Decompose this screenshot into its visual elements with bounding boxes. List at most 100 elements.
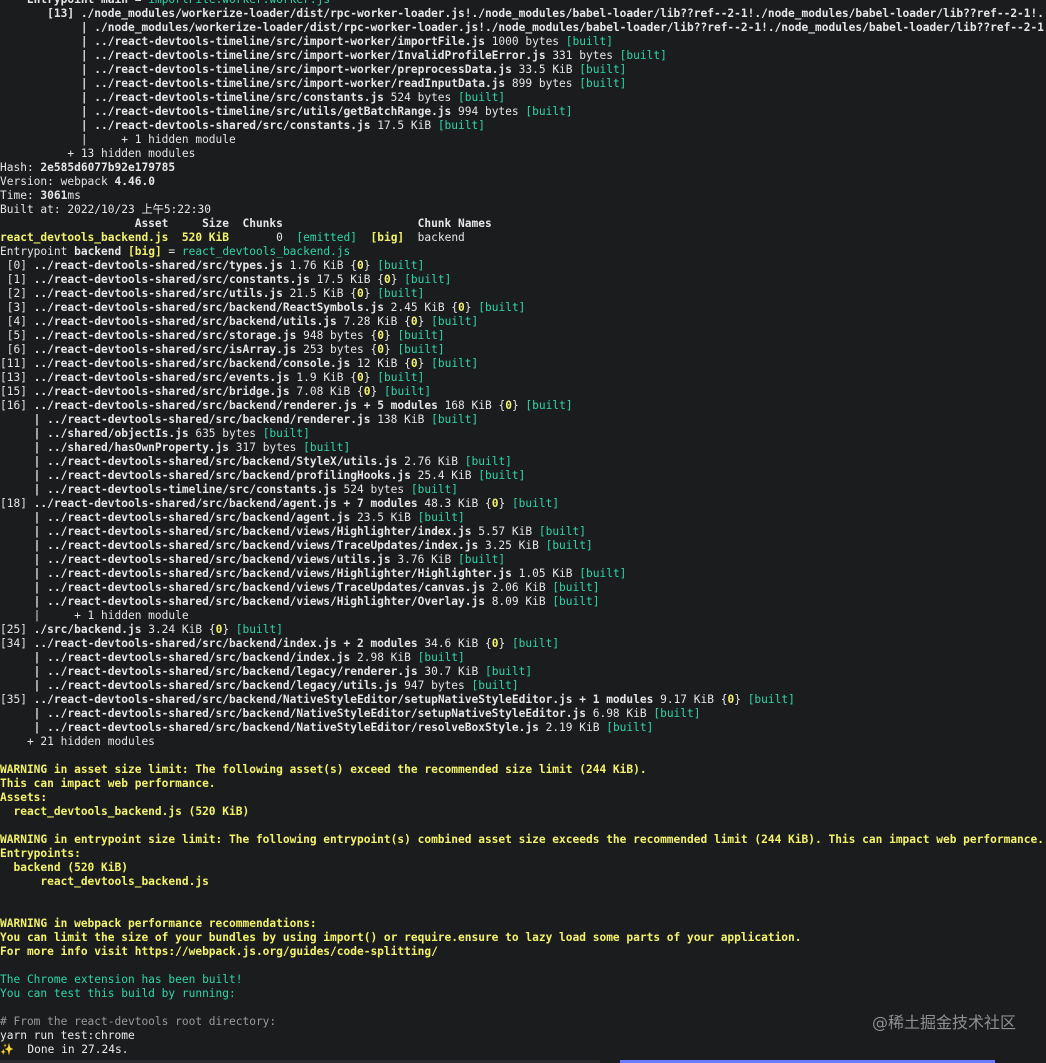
terminal-text: 0 xyxy=(357,287,364,300)
terminal-line: This can impact web performance. xyxy=(0,777,1046,791)
terminal-text: } xyxy=(222,623,236,636)
terminal-text: [built] xyxy=(525,399,573,412)
terminal-text: WARNING in webpack performance recommend… xyxy=(0,917,317,930)
terminal-line: | ../react-devtools-timeline/src/import-… xyxy=(0,77,1046,91)
terminal-text: 0 xyxy=(377,329,384,342)
terminal-line: | ../react-devtools-shared/src/backend/v… xyxy=(0,595,1046,609)
terminal-text: [built] xyxy=(383,385,432,398)
terminal-text: [1] xyxy=(0,273,34,286)
terminal-line: | ../react-devtools-shared/src/backend/r… xyxy=(0,413,1046,427)
terminal-line: react_devtools_backend.js (520 KiB) xyxy=(0,805,1046,819)
terminal-text: [6] xyxy=(0,343,34,356)
terminal-text: } xyxy=(511,399,526,412)
terminal-line: WARNING in asset size limit: The followi… xyxy=(0,763,1046,777)
terminal-text: [built] xyxy=(538,525,586,538)
terminal-text: [13] xyxy=(0,371,34,384)
terminal-text: 0 xyxy=(357,259,364,272)
terminal-text: [11] xyxy=(0,357,34,370)
terminal-text: 34.6 KiB { xyxy=(417,637,492,650)
terminal-text: [built] xyxy=(235,623,283,636)
terminal-text: | ../react-devtools-shared/src/backend/i… xyxy=(0,651,351,664)
terminal-text: [built] xyxy=(431,413,479,426)
terminal-line: [0] ../react-devtools-shared/src/types.j… xyxy=(0,259,1046,273)
terminal-text: | + 1 hidden module xyxy=(0,133,236,146)
terminal-text: main xyxy=(101,0,128,6)
terminal-line: [16] ../react-devtools-shared/src/backen… xyxy=(0,399,1046,413)
terminal-line: Assets: xyxy=(0,791,1046,805)
terminal-line: [35] ../react-devtools-shared/src/backen… xyxy=(0,693,1046,707)
terminal-line: react_devtools_backend.js xyxy=(0,875,1046,889)
terminal-text: ../react-devtools-shared/src/backend/uti… xyxy=(33,315,337,328)
terminal-line: [1] ../react-devtools-shared/src/constan… xyxy=(0,273,1046,287)
terminal-text: 30.7 KiB xyxy=(417,665,485,678)
terminal-text: 0 xyxy=(458,301,465,314)
terminal-text: [built] xyxy=(431,357,479,370)
terminal-line: | ../react-devtools-timeline/src/import-… xyxy=(0,63,1046,77)
terminal-text: | ../react-devtools-timeline/src/import-… xyxy=(0,63,512,76)
terminal-text: 1.05 KiB xyxy=(511,567,580,580)
terminal-text: 33.5 KiB xyxy=(511,63,580,76)
terminal-text: = xyxy=(161,245,182,258)
terminal-text: [built] xyxy=(303,441,351,454)
terminal-text: This can impact web performance. xyxy=(0,777,216,790)
terminal-text: | ../react-devtools-shared/src/backend/v… xyxy=(0,581,485,594)
terminal-text: ../react-devtools-shared/src/utils.js xyxy=(33,287,283,300)
terminal-line: [6] ../react-devtools-shared/src/isArray… xyxy=(0,343,1046,357)
terminal-text: [built] xyxy=(417,511,465,524)
terminal-text: 4.46.0 xyxy=(114,175,155,188)
terminal-text: ../react-devtools-shared/src/bridge.js xyxy=(33,385,290,398)
terminal-text: yarn run test:chrome xyxy=(0,1029,135,1042)
terminal-text: [built] xyxy=(747,693,795,706)
terminal-line: [3] ../react-devtools-shared/src/backend… xyxy=(0,301,1046,315)
terminal-text: | ./node_modules/workerize-loader/dist/r… xyxy=(80,21,1046,34)
terminal-line: | ../shared/hasOwnProperty.js 317 bytes … xyxy=(0,441,1046,455)
terminal-text: 1.9 KiB { xyxy=(289,371,357,384)
terminal-text: [big] xyxy=(128,245,162,258)
terminal-text: WARNING in asset size limit: The followi… xyxy=(0,763,647,776)
terminal-text: [built] xyxy=(417,651,465,664)
terminal-text: ../react-devtools-shared/src/backend/Rea… xyxy=(33,301,384,314)
terminal-text: 331 bytes xyxy=(545,49,620,62)
terminal-text: 524 bytes xyxy=(383,91,459,104)
terminal-text: ms xyxy=(67,189,81,202)
terminal-text: # From the react-devtools root directory… xyxy=(0,1015,277,1028)
terminal-text: ../react-devtools-shared/src/storage.js xyxy=(33,329,297,342)
terminal-text: | ../react-devtools-shared/src/backend/p… xyxy=(0,469,411,482)
terminal-text: } xyxy=(498,637,512,650)
terminal-text: | ../react-devtools-shared/src/backend/N… xyxy=(0,721,539,734)
terminal-text: Entrypoint xyxy=(0,0,101,6)
terminal-text: [built] xyxy=(437,119,485,132)
terminal-text: } xyxy=(370,385,384,398)
terminal-text: 524 bytes xyxy=(336,483,411,496)
terminal-text: 3.76 KiB xyxy=(390,553,459,566)
terminal-text: 23.5 KiB xyxy=(350,511,418,524)
terminal-text: 0 xyxy=(410,315,418,328)
terminal-text: [35] xyxy=(0,693,34,706)
terminal-line: | ../react-devtools-shared/src/backend/i… xyxy=(0,651,1046,665)
terminal-text: 17.5 KiB xyxy=(370,119,438,132)
terminal-text: | ../react-devtools-shared/src/backend/N… xyxy=(0,707,586,720)
terminal-text: [0] xyxy=(0,259,34,272)
terminal-line: | ../react-devtools-shared/src/backend/v… xyxy=(0,553,1046,567)
terminal-line: | + 1 hidden module xyxy=(0,609,1046,623)
terminal-text: 1000 bytes xyxy=(484,35,566,48)
terminal-text: Hash: xyxy=(0,161,41,174)
terminal-text: [emitted] xyxy=(296,231,357,244)
terminal-line: [13] ./node_modules/workerize-loader/dis… xyxy=(0,7,1046,21)
terminal-text: [built] xyxy=(579,567,627,580)
terminal-text: 0 xyxy=(229,231,297,244)
terminal-line: WARNING in webpack performance recommend… xyxy=(0,917,1046,931)
terminal-line: Hash: 2e585d6077b92e179785 xyxy=(0,161,1046,175)
terminal-line: [4] ../react-devtools-shared/src/backend… xyxy=(0,315,1046,329)
terminal-text: | ../react-devtools-shared/src/backend/v… xyxy=(0,525,472,538)
terminal-text: 1.76 KiB { xyxy=(282,259,357,272)
terminal-text: | ../react-devtools-shared/src/backend/S… xyxy=(0,455,398,468)
terminal-text: ✨ Done in 27.24s. xyxy=(0,1043,129,1056)
terminal-line: | ./node_modules/workerize-loader/dist/r… xyxy=(0,21,1046,35)
terminal-line: Entrypoints: xyxy=(0,847,1046,861)
terminal-line: [15] ../react-devtools-shared/src/bridge… xyxy=(0,385,1046,399)
terminal-text: 8.09 KiB xyxy=(484,595,553,608)
